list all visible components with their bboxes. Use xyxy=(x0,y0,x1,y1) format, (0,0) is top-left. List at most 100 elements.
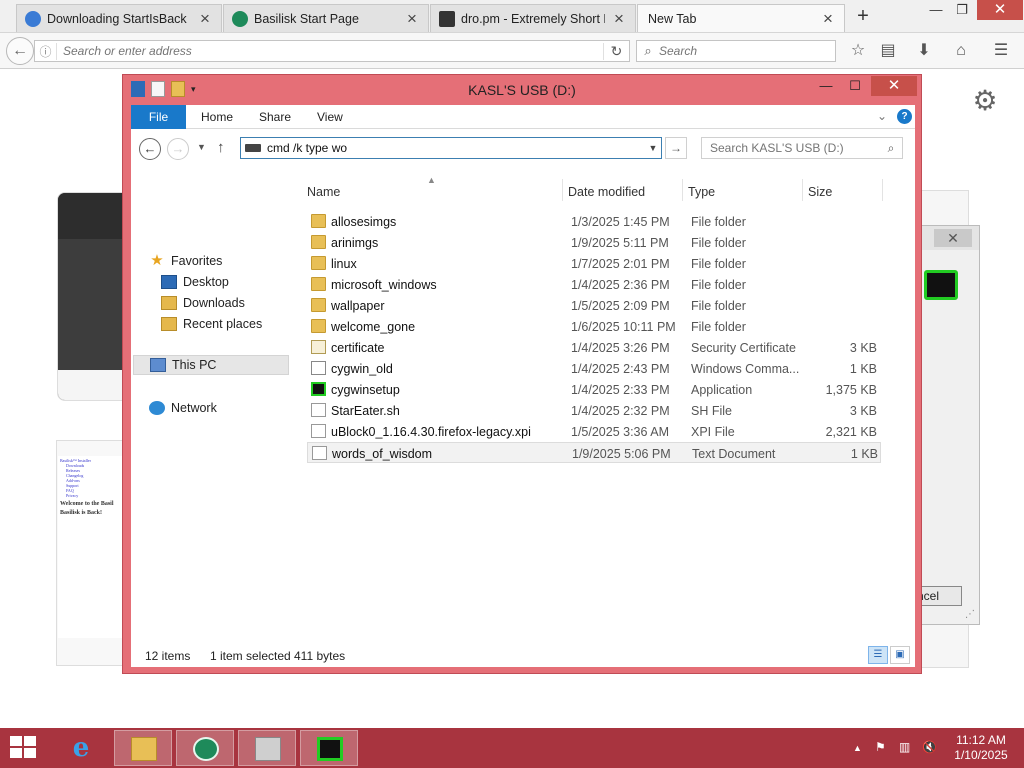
close-tab-icon[interactable]: × xyxy=(820,10,836,27)
browser-search-input[interactable] xyxy=(659,44,835,58)
column-headers: ▲ Name Date modified Type Size xyxy=(307,175,907,203)
nav-this-pc[interactable]: This PC xyxy=(133,355,289,375)
chevron-down-icon[interactable]: ▼ xyxy=(645,143,661,153)
column-size[interactable]: Size xyxy=(808,185,832,199)
browser-tab-startisback[interactable]: Downloading StartIsBack 1... × xyxy=(16,4,222,32)
browser-search-bar[interactable]: ⌕ xyxy=(636,40,836,62)
bookmark-star-icon[interactable]: ☆ xyxy=(847,41,869,63)
download-arrow-icon[interactable]: ⬇ xyxy=(913,41,935,63)
column-divider[interactable] xyxy=(682,179,683,201)
network-status-icon[interactable]: ▥ xyxy=(899,740,910,754)
cygwin-logo-icon xyxy=(924,270,958,300)
close-tab-icon[interactable]: × xyxy=(197,10,213,27)
file-row[interactable]: cygwin_old 1/4/2025 2:43 PM Windows Comm… xyxy=(307,358,881,379)
file-row[interactable]: arinimgs 1/9/2025 5:11 PM File folder xyxy=(307,232,881,253)
file-row[interactable]: allosesimgs 1/3/2025 1:45 PM File folder xyxy=(307,211,881,232)
close-tab-icon[interactable]: × xyxy=(611,10,627,27)
details-view-icon[interactable]: ☰ xyxy=(868,646,888,664)
column-divider[interactable] xyxy=(882,179,883,201)
file-row[interactable]: welcome_gone 1/6/2025 10:11 PM File fold… xyxy=(307,316,881,337)
gear-icon[interactable]: ⚙ xyxy=(970,86,1000,116)
file-type: File folder xyxy=(691,257,746,271)
recent-locations-icon[interactable]: ▼ xyxy=(197,142,206,152)
internet-explorer-taskbar-button[interactable]: e xyxy=(52,730,110,766)
url-input[interactable] xyxy=(57,44,603,58)
file-type: SH File xyxy=(691,404,732,418)
setup-taskbar-button[interactable] xyxy=(238,730,296,766)
file-row-selected[interactable]: words_of_wisdom 1/9/2025 5:06 PM Text Do… xyxy=(307,442,881,463)
browser-tab-new-tab[interactable]: New Tab × xyxy=(637,4,845,32)
file-type: XPI File xyxy=(691,425,735,439)
clock-time: 11:12 AM xyxy=(956,733,1006,747)
taskbar-clock[interactable]: 11:12 AM 1/10/2025 xyxy=(946,733,1016,763)
file-name: certificate xyxy=(331,341,385,355)
top-site-tile[interactable] xyxy=(57,192,125,401)
file-row[interactable]: uBlock0_1.16.4.30.firefox-legacy.xpi 1/5… xyxy=(307,421,881,442)
maximize-icon[interactable]: ☐ xyxy=(842,77,868,97)
browser-close-button[interactable]: ✕ xyxy=(977,0,1023,20)
restore-icon[interactable]: ❐ xyxy=(946,0,978,22)
explorer-search-box[interactable]: ⌕ xyxy=(701,137,903,159)
new-tab-button[interactable]: + xyxy=(851,5,875,29)
file-row[interactable]: linux 1/7/2025 2:01 PM File folder xyxy=(307,253,881,274)
nav-recent-places[interactable]: Recent places xyxy=(161,314,262,334)
file-size: 1,375 KB xyxy=(825,383,877,397)
windows-start-icon[interactable] xyxy=(10,736,38,760)
file-row[interactable]: certificate 1/4/2025 3:26 PM Security Ce… xyxy=(307,337,881,358)
address-bar[interactable]: ▼ xyxy=(240,137,662,159)
column-name[interactable]: Name xyxy=(307,185,340,199)
tab-title: dro.pm - Extremely Short Li... xyxy=(461,11,605,26)
column-date-modified[interactable]: Date modified xyxy=(568,185,645,199)
volume-muted-icon[interactable]: 🔇 xyxy=(922,740,937,754)
url-bar[interactable]: ⓘ ↻ xyxy=(34,40,630,62)
file-row[interactable]: StarEater.sh 1/4/2025 2:32 PM SH File 3 … xyxy=(307,400,881,421)
file-row[interactable]: microsoft_windows 1/4/2025 2:36 PM File … xyxy=(307,274,881,295)
show-hidden-icons-icon[interactable]: ▲ xyxy=(853,743,862,753)
forward-arrow-icon[interactable]: → xyxy=(167,138,189,160)
action-center-flag-icon[interactable]: ⚑ xyxy=(875,740,886,754)
nav-favorites[interactable]: ★ Favorites xyxy=(149,251,222,271)
dialog-close-button[interactable]: ✕ xyxy=(934,229,972,247)
tab-home[interactable]: Home xyxy=(201,105,233,129)
reload-icon[interactable]: ↻ xyxy=(603,42,629,60)
explorer-search-input[interactable] xyxy=(702,141,880,155)
file-explorer-taskbar-button[interactable] xyxy=(114,730,172,766)
up-arrow-icon[interactable]: ↑ xyxy=(217,139,225,156)
minimize-icon[interactable]: — xyxy=(813,77,839,97)
resize-grip-icon[interactable]: ⋰ xyxy=(965,609,975,620)
close-tab-icon[interactable]: × xyxy=(404,10,420,27)
nav-label: Network xyxy=(171,401,217,415)
browser-tab-basilisk[interactable]: Basilisk Start Page × xyxy=(223,4,429,32)
nav-label: Recent places xyxy=(183,317,263,331)
tile-header xyxy=(58,193,124,239)
cygwin-taskbar-button[interactable] xyxy=(300,730,358,766)
nav-desktop[interactable]: Desktop xyxy=(161,272,229,292)
home-icon[interactable]: ⌂ xyxy=(950,41,972,63)
file-name: microsoft_windows xyxy=(331,278,437,292)
back-arrow-icon[interactable]: ← xyxy=(139,138,161,160)
column-divider[interactable] xyxy=(562,179,563,201)
menu-icon[interactable]: ☰ xyxy=(990,41,1012,63)
column-type[interactable]: Type xyxy=(688,185,715,199)
address-input[interactable] xyxy=(267,141,645,155)
large-icons-view-icon[interactable]: ▣ xyxy=(890,646,910,664)
basilisk-page-thumbnail[interactable]: Basilisk™ Installer Downloads Releases C… xyxy=(58,456,124,638)
expand-ribbon-icon[interactable]: ⌄ xyxy=(877,109,887,123)
browser-tab-dropm[interactable]: dro.pm - Extremely Short Li... × xyxy=(430,4,636,32)
reading-list-icon[interactable]: ▤ xyxy=(877,41,899,63)
file-row[interactable]: wallpaper 1/5/2025 2:09 PM File folder xyxy=(307,295,881,316)
help-icon[interactable]: ? xyxy=(897,109,912,124)
explorer-close-button[interactable]: ✕ xyxy=(871,76,917,96)
nav-downloads[interactable]: Downloads xyxy=(161,293,245,313)
tab-file[interactable]: File xyxy=(131,105,186,129)
basilisk-taskbar-button[interactable] xyxy=(176,730,234,766)
go-arrow-icon[interactable]: → xyxy=(665,137,687,159)
nav-network[interactable]: Network xyxy=(149,398,217,418)
column-divider[interactable] xyxy=(802,179,803,201)
tab-share[interactable]: Share xyxy=(259,105,291,129)
info-icon[interactable]: ⓘ xyxy=(35,42,57,60)
back-arrow-icon[interactable]: ← xyxy=(6,37,34,65)
folder-icon xyxy=(311,298,326,312)
file-row[interactable]: cygwinsetup 1/4/2025 2:33 PM Application… xyxy=(307,379,881,400)
tab-view[interactable]: View xyxy=(317,105,343,129)
